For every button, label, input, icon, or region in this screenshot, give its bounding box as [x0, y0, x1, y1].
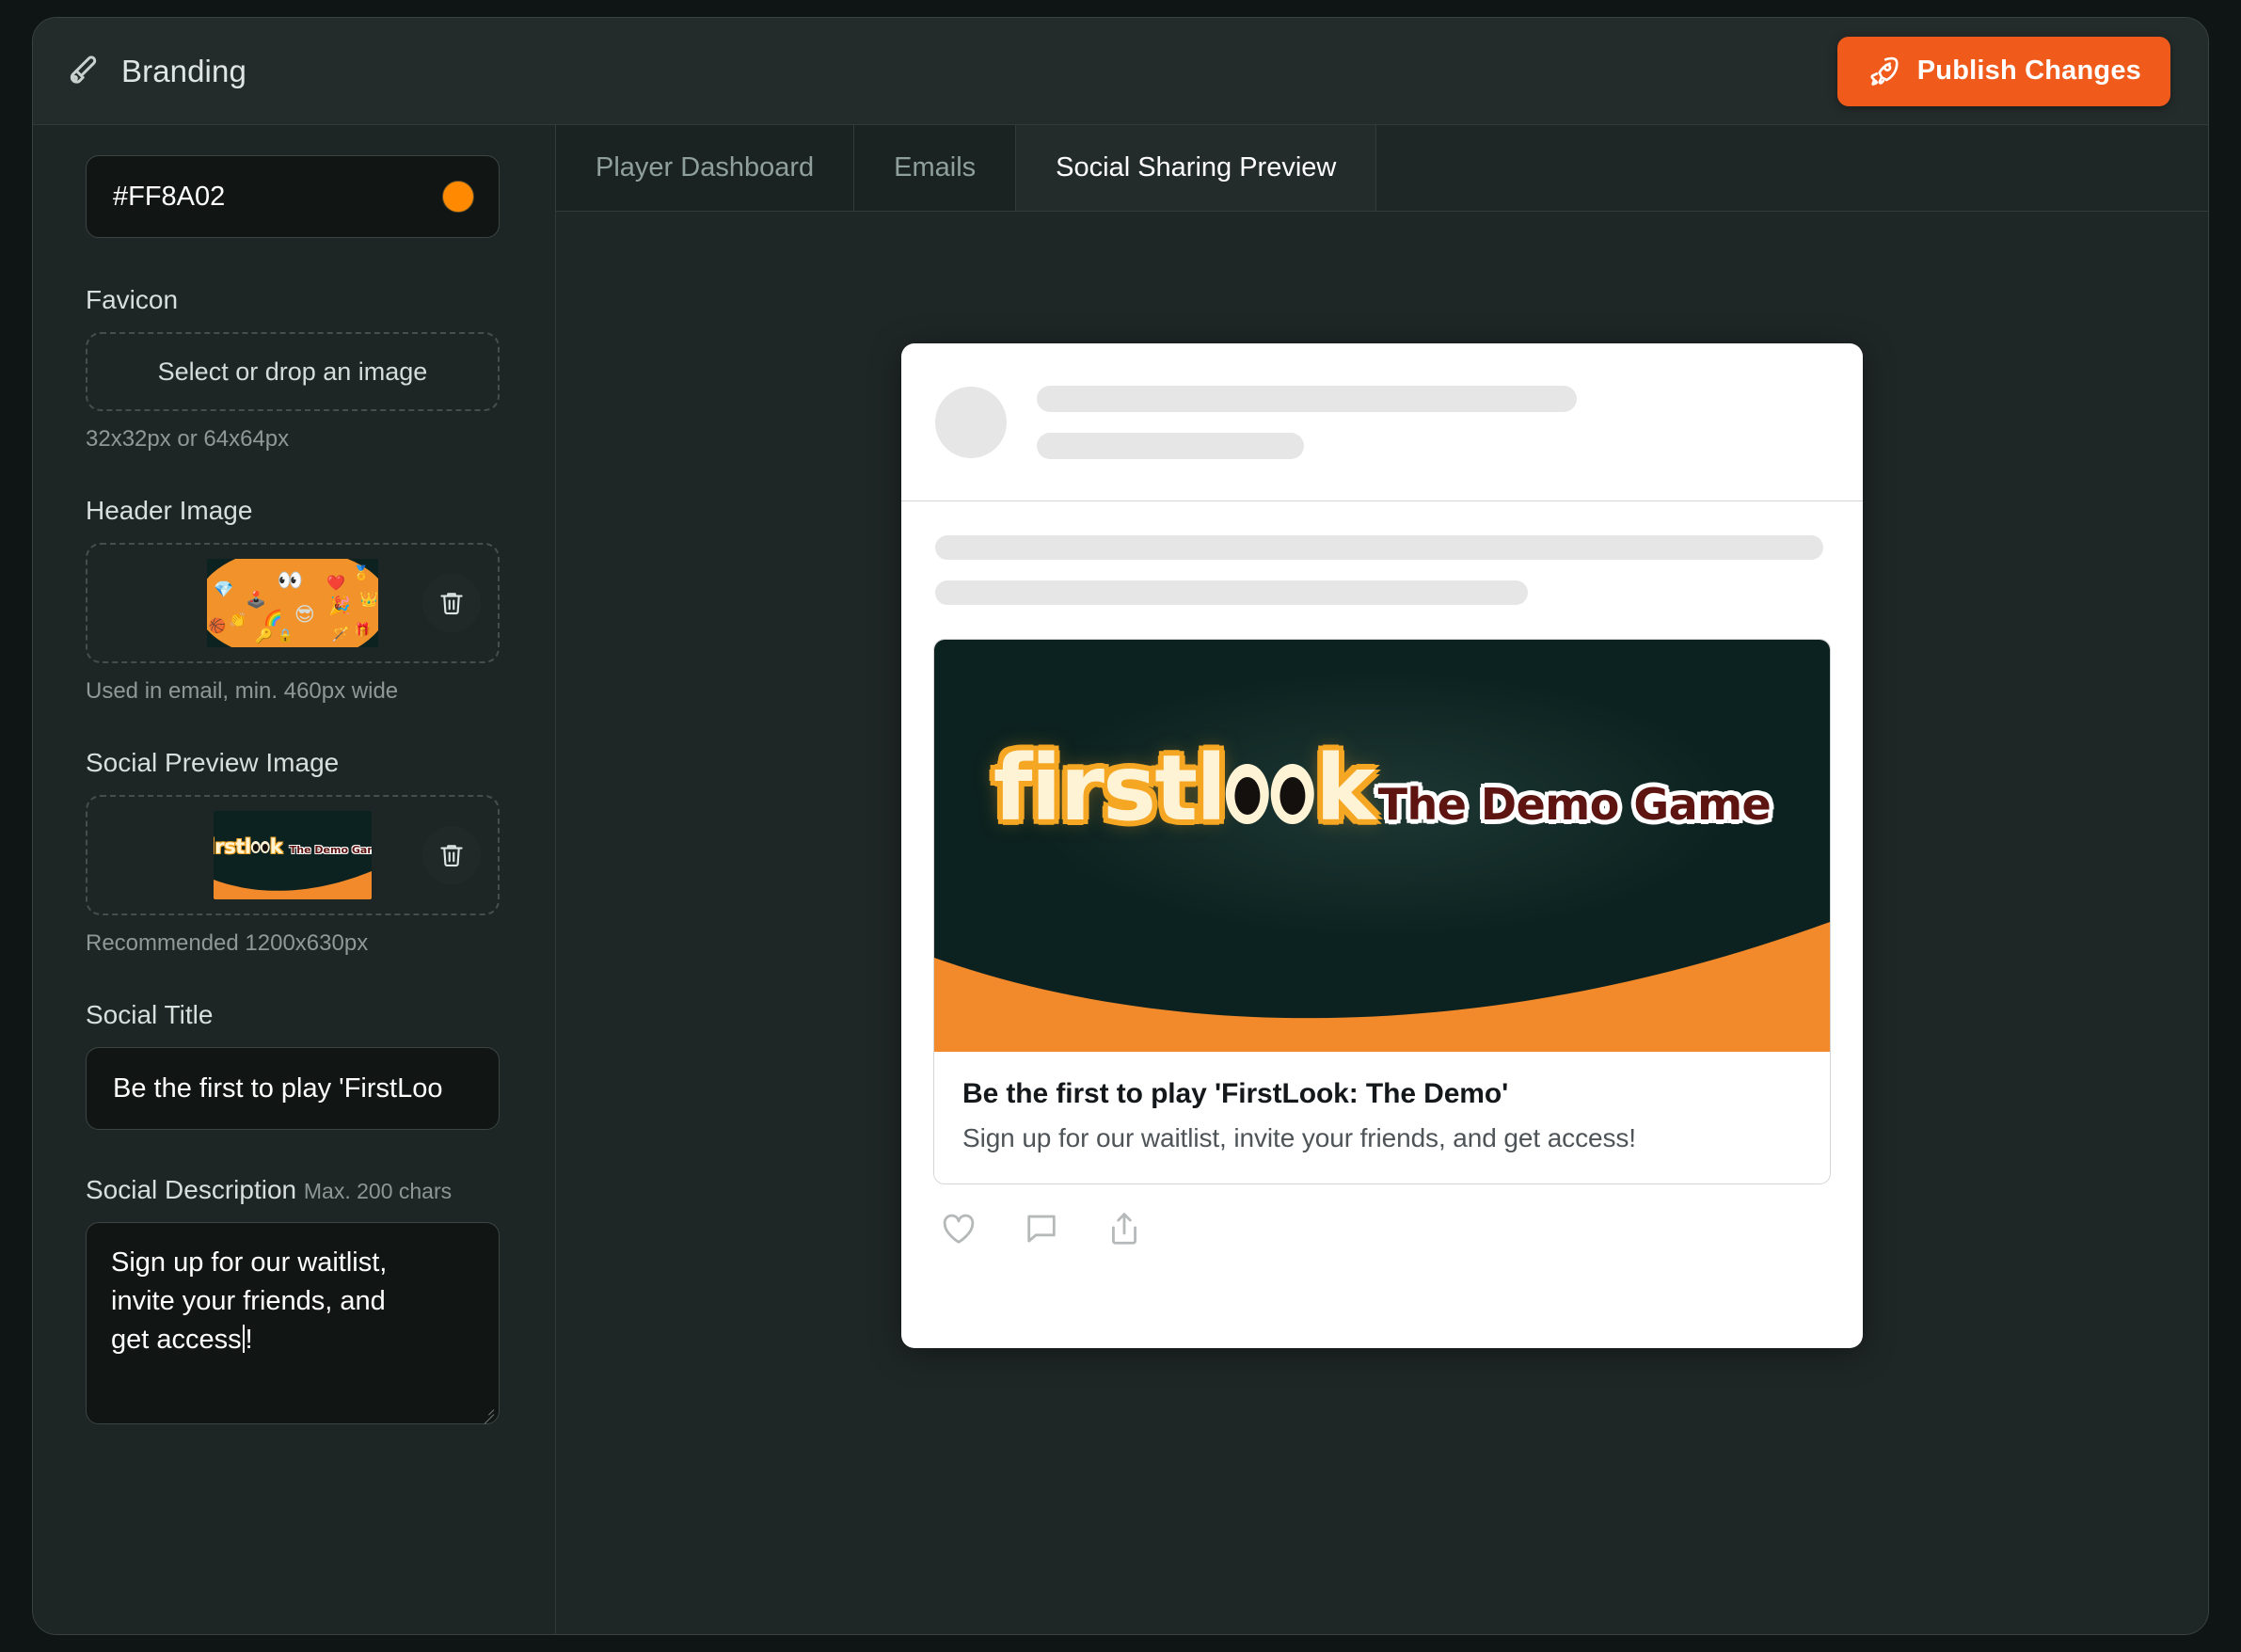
embed-description: Sign up for our waitlist, invite your fr…	[962, 1123, 1636, 1152]
social-title-value: Be the first to play 'FirstLoo	[113, 1072, 443, 1104]
emoji-confetti: 🎉	[328, 596, 351, 617]
card-header-skeleton	[901, 343, 1863, 501]
emoji-key: 🔑	[254, 627, 273, 645]
avatar	[935, 386, 1007, 458]
social-description-label: Social Description Max. 200 chars	[86, 1175, 453, 1204]
preview-canvas: firstl k The Demo Game Be the first to pl…	[556, 212, 2208, 1634]
emoji-rainbow: 🌈	[263, 608, 282, 627]
emoji-basketball: 🏀	[208, 616, 227, 634]
paintbrush-icon	[70, 55, 97, 84]
social-description-line-3: get access!	[111, 1325, 253, 1356]
embed-logo-eyes	[1225, 743, 1315, 834]
social-preview-card: firstl k The Demo Game Be the first to pl…	[901, 343, 1863, 1348]
social-title-label: Social Title	[86, 1000, 214, 1029]
tabs-filler	[1376, 125, 2208, 211]
textarea-resize-handle[interactable]	[477, 1402, 495, 1424]
favicon-dropzone-label: Select or drop an image	[157, 357, 428, 386]
trash-icon	[440, 845, 463, 867]
link-embed[interactable]: firstl k The Demo Game Be the first to pl…	[933, 639, 1831, 1184]
emoji-gift: 🎁	[354, 622, 371, 638]
thumb-logo-eyes	[250, 837, 270, 857]
text-caret	[242, 1325, 245, 1354]
favicon-label: Favicon	[86, 285, 179, 314]
thumb-wave	[214, 871, 372, 899]
page-title: Branding	[121, 53, 246, 88]
comment-icon[interactable]	[1022, 1209, 1061, 1248]
favicon-dropzone[interactable]: Select or drop an image	[86, 332, 500, 411]
accent-color-label-clip: Accent Text Color (optional)	[86, 125, 502, 136]
trash-icon	[440, 593, 463, 615]
social-description-line-1: Sign up for our waitlist,	[111, 1247, 388, 1278]
emoji-medal: 🏅	[352, 564, 371, 581]
accent-color-input[interactable]: #FF8A02	[86, 155, 500, 238]
social-image-dropzone[interactable]: firstlk The Demo Game	[86, 795, 500, 915]
card-actions	[901, 1184, 1863, 1248]
embed-wave	[934, 922, 1830, 1052]
tab-player-dashboard[interactable]: Player Dashboard	[556, 125, 855, 211]
header-image-thumbnail: 💎 👏 🏀 🕹️ 🌈 👀 😎 ❤️ 🎉 🏅 👑 🔑 🔒 🪄 🎁	[207, 559, 378, 647]
embed-title: Be the first to play 'FirstLook: The Dem…	[962, 1078, 1509, 1109]
social-description-line-2: invite your friends, and	[111, 1286, 386, 1317]
skeleton-line	[935, 580, 1528, 605]
header-image-dropzone[interactable]: 💎 👏 🏀 🕹️ 🌈 👀 😎 ❤️ 🎉 🏅 👑 🔑 🔒 🪄 🎁	[86, 543, 500, 663]
preview-tabs: Player Dashboard Emails Social Sharing P…	[556, 125, 2208, 212]
header-image-label: Header Image	[86, 496, 253, 525]
social-image-thumbnail: firstlk The Demo Game	[214, 811, 372, 899]
header-image-hint: Used in email, min. 460px wide	[86, 678, 399, 704]
favicon-hint: 32x32px or 64x64px	[86, 426, 290, 452]
emoji-lock: 🔒	[277, 628, 294, 644]
emoji-wand: 🪄	[331, 626, 350, 643]
branding-sidebar[interactable]: Accent Text Color (optional) #FF8A02 Fav…	[33, 125, 556, 1634]
heart-icon[interactable]	[939, 1209, 978, 1248]
thumb-logo-main: firstlk	[214, 834, 283, 858]
social-description-textarea[interactable]: Sign up for our waitlist, invite your fr…	[86, 1222, 500, 1424]
emoji-joystick: 🕹️	[246, 590, 267, 610]
emoji-clap: 👏	[229, 612, 247, 629]
social-image-label: Social Preview Image	[86, 748, 340, 777]
thumb-logo: firstlk The Demo Game	[214, 831, 372, 860]
emoji-crown: 👑	[358, 589, 378, 608]
skeleton-line	[1037, 432, 1304, 459]
skeleton-line	[935, 535, 1823, 560]
embed-text: Be the first to play 'FirstLook: The Dem…	[934, 1052, 1830, 1183]
thumb-logo-sub: The Demo Game	[289, 843, 372, 856]
topbar: Branding Publish Changes	[33, 18, 2208, 125]
accent-color-swatch[interactable]	[442, 181, 474, 213]
publish-changes-button[interactable]: Publish Changes	[1836, 36, 2170, 106]
app-window: Branding Publish Changes Accent Text Col…	[32, 17, 2209, 1635]
tab-emails[interactable]: Emails	[854, 125, 1017, 211]
tab-social-sharing-preview[interactable]: Social Sharing Preview	[1016, 125, 1377, 211]
topbar-left: Branding	[65, 53, 246, 90]
emoji-eyes: 👀	[277, 569, 304, 594]
rocket-icon	[1870, 56, 1899, 86]
emoji-sunglasses: 😎	[294, 602, 315, 626]
share-icon[interactable]	[1105, 1209, 1144, 1248]
header-image-delete-button[interactable]	[422, 574, 481, 632]
social-title-input[interactable]: Be the first to play 'FirstLoo	[86, 1047, 500, 1130]
embed-logo-sub: The Demo Game	[1377, 778, 1772, 830]
publish-changes-label: Publish Changes	[1916, 56, 2141, 86]
main-content: Player Dashboard Emails Social Sharing P…	[556, 125, 2208, 1634]
body-split: Accent Text Color (optional) #FF8A02 Fav…	[33, 125, 2208, 1634]
social-image-delete-button[interactable]	[422, 826, 481, 884]
social-description-label-hint: Max. 200 chars	[303, 1179, 453, 1203]
emoji-gem: 💎	[214, 580, 234, 600]
embed-logo-main: firstl k	[993, 735, 1375, 841]
skeleton-line	[1037, 385, 1577, 412]
card-body-skeleton	[901, 501, 1863, 605]
social-image-hint: Recommended 1200x630px	[86, 930, 369, 956]
emoji-heart: ❤️	[326, 573, 346, 592]
embed-logo: firstl k The Demo Game	[993, 743, 1772, 834]
embed-image: firstl k The Demo Game	[934, 640, 1830, 1052]
accent-color-value: #FF8A02	[113, 181, 226, 212]
